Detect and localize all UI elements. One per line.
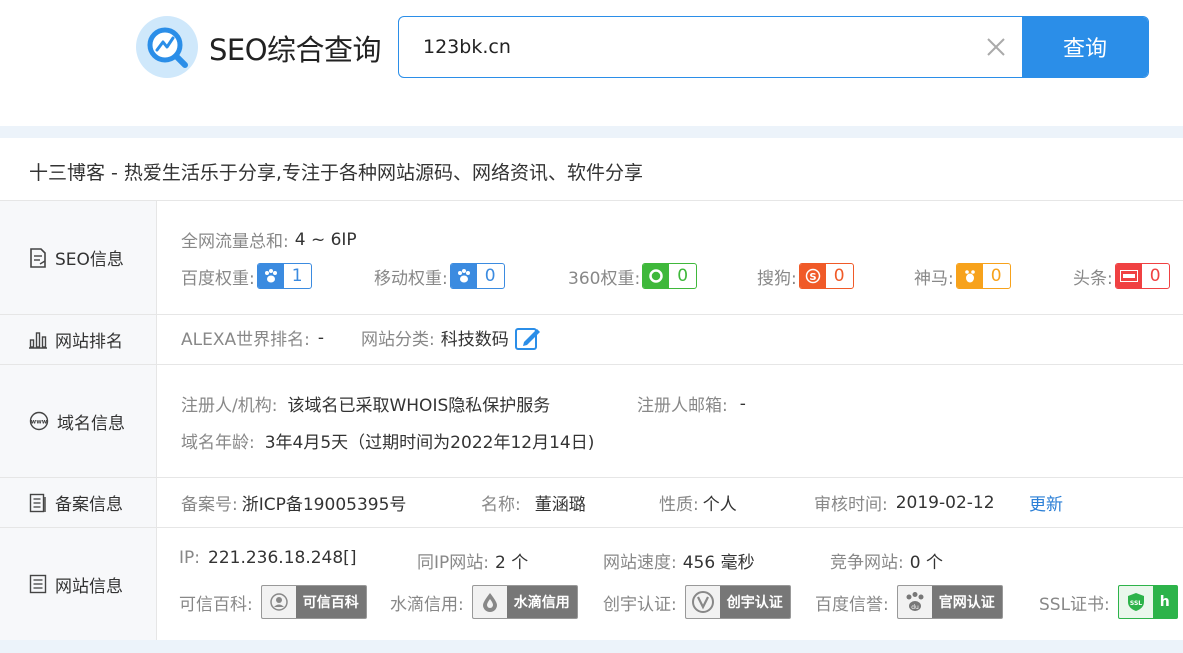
search-button[interactable]: 查询	[1022, 17, 1148, 77]
seo-info-row: SEO信息 全网流量总和: 4 ~ 6IP 百度权重: 1 移动权重: 0 36…	[0, 201, 1183, 315]
baidu-weight: 百度权重: 1	[181, 263, 312, 289]
360-weight: 360权重: 0	[568, 263, 698, 289]
site-title: 十三博客 - 热爱生活乐于分享,专注于各种网站源码、网络资讯、软件分享	[29, 162, 643, 184]
search-input[interactable]	[423, 17, 983, 77]
traffic-item: 全网流量总和: 4 ~ 6IP	[181, 229, 357, 253]
record-book-icon	[29, 493, 46, 512]
update-link[interactable]: 更新	[1029, 490, 1063, 515]
ssl-cert: SSL证书: SSL h	[1039, 585, 1178, 619]
icp-number: 备案号: 浙ICP备19005395号	[181, 495, 407, 515]
search-box: 查询	[398, 16, 1149, 78]
svg-text:S: S	[809, 272, 816, 283]
shenma-weight: 神马: 0	[914, 263, 1011, 289]
toutiao-weight: 头条: 0	[1073, 263, 1170, 289]
toutiao-icon	[1115, 264, 1142, 288]
icp-type: 性质: 个人	[659, 495, 737, 515]
kexin-baike-badge[interactable]: 可信百科	[260, 585, 367, 619]
sogou-icon: S	[799, 264, 826, 288]
site-info-label: 网站信息	[0, 528, 157, 640]
baidu-weight-badge[interactable]: 1	[256, 263, 312, 289]
site-name: SEO综合查询	[209, 33, 382, 67]
baidu-paw-icon	[450, 264, 477, 288]
divider-band	[0, 126, 1183, 138]
baidu-paw-icon	[257, 264, 284, 288]
shuidi-credit: 水滴信用: 水滴信用	[390, 585, 578, 619]
icp-info-row: 备案信息 备案号: 浙ICP备19005395号 名称: 董涵璐 性质: 个人 审核时…	[0, 478, 1183, 528]
bar-chart-icon	[29, 331, 47, 349]
baidu-reputation-badge[interactable]: du 官网认证	[896, 585, 1003, 619]
icp-info-label: 备案信息	[0, 478, 157, 527]
360-icon	[643, 264, 670, 288]
site-speed: 网站速度: 456 毫秒	[603, 553, 755, 573]
divider-band-bottom	[0, 640, 1183, 653]
shenma-weight-badge[interactable]: 0	[955, 263, 1011, 289]
edit-icon[interactable]	[514, 326, 541, 350]
site-info-row: 网站信息 IP: 221.236.18.248[] 同IP网站: 2 个 网站速度:…	[0, 528, 1183, 640]
svg-text:du: du	[911, 604, 919, 611]
sogou-weight-badge[interactable]: S 0	[798, 263, 854, 289]
seo-info-label: SEO信息	[0, 201, 157, 314]
shuidi-credit-badge[interactable]: 水滴信用	[471, 585, 578, 619]
registrant-email: 注册人邮箱: -	[637, 393, 746, 417]
toutiao-weight-badge[interactable]: 0	[1114, 263, 1170, 289]
svg-text:www: www	[31, 419, 48, 426]
360-weight-badge[interactable]: 0	[642, 263, 698, 289]
clear-icon[interactable]	[985, 36, 1007, 58]
alexa-rank: ALEXA世界排名: -	[181, 327, 324, 351]
header: SEO综合查询 查询	[0, 0, 1183, 126]
site-rank-row: 网站排名 ALEXA世界排名: - 网站分类: 科技数码	[0, 315, 1183, 365]
ip-address: IP: 221.236.18.248[]	[179, 548, 357, 568]
ssl-icon: SSL	[1118, 586, 1153, 618]
site-rank-label: 网站排名	[0, 315, 157, 364]
domain-info-row: www 域名信息 注册人/机构: 该域名已采取WHOIS隐私保护服务 注册人邮箱:…	[0, 365, 1183, 478]
mobile-weight: 移动权重: 0	[374, 263, 505, 289]
competitor-sites: 竞争网站: 0 个	[830, 553, 943, 573]
svg-text:SSL: SSL	[1130, 600, 1142, 607]
chuangyu-cert: 创宇认证: 创宇认证	[603, 585, 791, 619]
logo-icon[interactable]	[136, 16, 198, 78]
chuangyu-cert-badge[interactable]: 创宇认证	[684, 585, 791, 619]
mobile-weight-badge[interactable]: 0	[449, 263, 505, 289]
www-globe-icon: www	[29, 411, 49, 431]
same-ip-sites: 同IP网站: 2 个	[417, 553, 529, 573]
icp-audit-time: 审核时间: 2019-02-12	[814, 492, 995, 516]
kexin-baike: 可信百科: 可信百科	[179, 585, 367, 619]
sogou-weight: 搜狗: S 0	[757, 263, 854, 289]
icp-name: 名称: 董涵璐	[481, 495, 586, 515]
site-category: 网站分类: 科技数码	[361, 325, 541, 350]
shenma-icon	[956, 264, 983, 288]
domain-age: 域名年龄: 3年4月5天（过期时间为2022年12月14日)	[181, 433, 595, 453]
chuangyu-icon	[685, 586, 720, 618]
registrant: 注册人/机构: 该域名已采取WHOIS隐私保护服务	[181, 396, 551, 416]
baidu-du-icon: du	[897, 586, 932, 618]
baidu-reputation: 百度信誉: du 官网认证	[815, 585, 1003, 619]
kexin-icon	[261, 586, 296, 618]
domain-info-label: www 域名信息	[0, 365, 157, 477]
document-icon	[30, 247, 46, 268]
list-document-icon	[29, 574, 47, 594]
water-drop-icon	[472, 586, 507, 618]
ssl-cert-badge[interactable]: SSL h	[1117, 585, 1178, 619]
